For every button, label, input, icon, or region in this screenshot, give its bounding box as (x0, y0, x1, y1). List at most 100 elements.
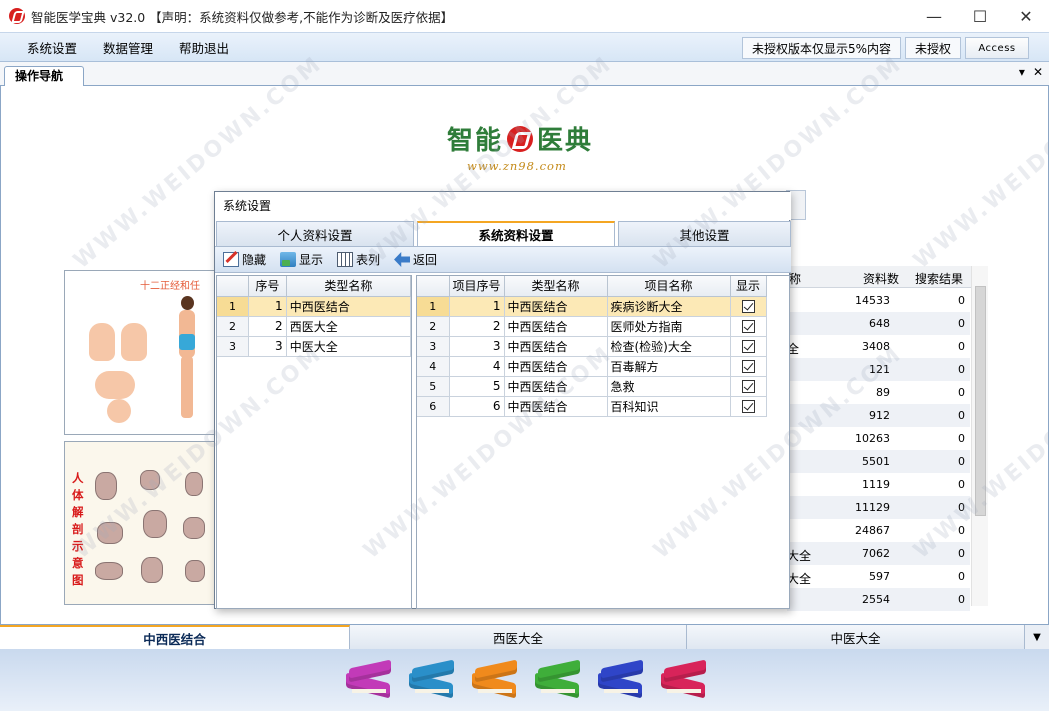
anatomy-chart-image[interactable]: 人体解剖示意图 (64, 441, 216, 605)
tab-chinese-medicine[interactable]: 中医大全 (687, 625, 1025, 649)
item-name-cell[interactable]: 百科知识 (607, 396, 731, 417)
license-status[interactable]: 未授权 (904, 37, 961, 59)
item-name-cell[interactable]: 医师处方指南 (607, 316, 731, 337)
row-number-cell[interactable]: 1 (217, 296, 249, 317)
show-checkbox[interactable] (741, 300, 755, 313)
tab-other-settings[interactable]: 其他设置 (618, 221, 791, 246)
category-table-row[interactable]: 11129 0 (787, 496, 970, 519)
type-name-cell[interactable]: 中西医结合 (504, 296, 608, 317)
row-number-cell[interactable]: 2 (417, 316, 450, 337)
seq-cell[interactable]: 2 (248, 316, 287, 337)
row-number-cell[interactable]: 1 (417, 296, 450, 317)
show-cell[interactable] (730, 396, 767, 417)
table-row[interactable]: 4 4 中西医结合 百毒解方 (417, 356, 767, 377)
category-table-row[interactable]: 1119 0 (787, 473, 970, 496)
hide-button[interactable]: 隐藏 (223, 251, 266, 268)
book-blue-icon[interactable] (598, 658, 643, 702)
tab-personal-settings[interactable]: 个人资料设置 (216, 221, 414, 246)
item-seq-cell[interactable]: 1 (449, 296, 505, 317)
close-button[interactable]: ✕ (1003, 0, 1049, 32)
show-cell[interactable] (730, 336, 767, 357)
type-name-cell[interactable]: 中西医结合 (504, 396, 608, 417)
col-count-header[interactable]: 资料数 (863, 270, 899, 287)
col-seq-header[interactable]: 序号 (248, 276, 287, 297)
item-name-cell[interactable]: 疾病诊断大全 (607, 296, 731, 317)
table-row[interactable]: 1 1 中西医结合 (217, 296, 412, 317)
col-type-header[interactable]: 类型名称 (286, 276, 412, 297)
category-table-row[interactable]: 10263 0 (787, 427, 970, 450)
show-checkbox[interactable] (741, 320, 755, 333)
row-number-cell[interactable]: 5 (417, 376, 450, 397)
show-cell[interactable] (730, 356, 767, 377)
type-name-cell[interactable]: 中西医结合 (286, 296, 412, 317)
menu-system-settings[interactable]: 系统设置 (14, 38, 90, 57)
maximize-button[interactable]: ☐ (957, 0, 1003, 32)
item-name-cell[interactable]: 急救 (607, 376, 731, 397)
show-cell[interactable] (730, 296, 767, 317)
item-seq-cell[interactable]: 6 (449, 396, 505, 417)
type-name-cell[interactable]: 中西医结合 (504, 336, 608, 357)
show-checkbox[interactable] (741, 360, 755, 373)
tabs-dropdown-icon[interactable]: ▼ (1025, 625, 1049, 649)
tab-dropdown-icon[interactable]: ▾ (1019, 65, 1025, 79)
col-type-header[interactable]: 类型名称 (504, 276, 608, 297)
show-checkbox[interactable] (741, 380, 755, 393)
seq-cell[interactable]: 1 (248, 296, 287, 317)
book-green-icon[interactable] (535, 658, 580, 702)
tab-western-medicine[interactable]: 西医大全 (350, 625, 687, 649)
category-table-row[interactable]: 912 0 (787, 404, 970, 427)
category-table-scrollbar[interactable] (971, 266, 988, 606)
category-table-row[interactable]: 全 3408 0 (787, 335, 970, 358)
type-name-cell[interactable]: 中西医结合 (504, 316, 608, 337)
item-seq-cell[interactable]: 2 (449, 316, 505, 337)
type-name-cell[interactable]: 中西医结合 (504, 356, 608, 377)
row-number-cell[interactable]: 2 (217, 316, 249, 337)
row-number-cell[interactable]: 6 (417, 396, 450, 417)
category-table-row[interactable]: 648 0 (787, 312, 970, 335)
book-teal-icon[interactable] (409, 658, 454, 702)
row-number-cell[interactable]: 4 (417, 356, 450, 377)
item-name-cell[interactable]: 百毒解方 (607, 356, 731, 377)
table-row[interactable]: 3 3 中西医结合 检查(检验)大全 (417, 336, 767, 357)
menu-data-management[interactable]: 数据管理 (90, 38, 166, 57)
category-table-row[interactable]: 5501 0 (787, 450, 970, 473)
show-button[interactable]: 显示 (280, 251, 323, 268)
book-purple-icon[interactable] (346, 658, 391, 702)
category-table-row[interactable]: 2554 0 (787, 588, 970, 611)
category-table-row[interactable]: 大全 7062 0 (787, 542, 970, 565)
tab-integrated-medicine[interactable]: 中西医结合 (0, 625, 350, 649)
item-name-cell[interactable]: 检查(检验)大全 (607, 336, 731, 357)
item-seq-cell[interactable]: 4 (449, 356, 505, 377)
book-red-icon[interactable] (661, 658, 706, 702)
columns-button[interactable]: 表列 (337, 251, 380, 268)
table-row[interactable]: 2 2 中西医结合 医师处方指南 (417, 316, 767, 337)
table-row[interactable]: 2 2 西医大全 (217, 316, 412, 337)
tab-navigation[interactable]: 操作导航 (4, 66, 84, 87)
meridian-chart-image[interactable]: 十二正经和任 (64, 270, 216, 435)
table-row[interactable]: 5 5 中西医结合 急救 (417, 376, 767, 397)
access-button[interactable]: Access (965, 37, 1029, 59)
row-number-cell[interactable]: 3 (417, 336, 450, 357)
menu-help-exit[interactable]: 帮助退出 (166, 38, 242, 57)
category-table-row[interactable]: 大全 597 0 (787, 565, 970, 588)
scrollbar-thumb[interactable] (975, 286, 986, 516)
category-table-row[interactable]: 24867 0 (787, 519, 970, 542)
seq-cell[interactable]: 3 (248, 336, 287, 357)
book-orange-icon[interactable] (472, 658, 517, 702)
col-item-name-header[interactable]: 项目名称 (607, 276, 731, 297)
show-checkbox[interactable] (741, 400, 755, 413)
type-name-cell[interactable]: 西医大全 (286, 316, 412, 337)
category-table-row[interactable]: 121 0 (787, 358, 970, 381)
item-seq-cell[interactable]: 3 (449, 336, 505, 357)
back-button[interactable]: 返回 (394, 251, 437, 268)
show-cell[interactable] (730, 316, 767, 337)
col-result-header[interactable]: 搜索结果 (915, 270, 963, 287)
show-cell[interactable] (730, 376, 767, 397)
col-item-seq-header[interactable]: 项目序号 (449, 276, 505, 297)
tab-close-icon[interactable]: ✕ (1033, 65, 1043, 79)
row-number-cell[interactable]: 3 (217, 336, 249, 357)
category-table-row[interactable]: 89 0 (787, 381, 970, 404)
type-name-cell[interactable]: 中西医结合 (504, 376, 608, 397)
item-seq-cell[interactable]: 5 (449, 376, 505, 397)
minimize-button[interactable]: — (911, 0, 957, 32)
